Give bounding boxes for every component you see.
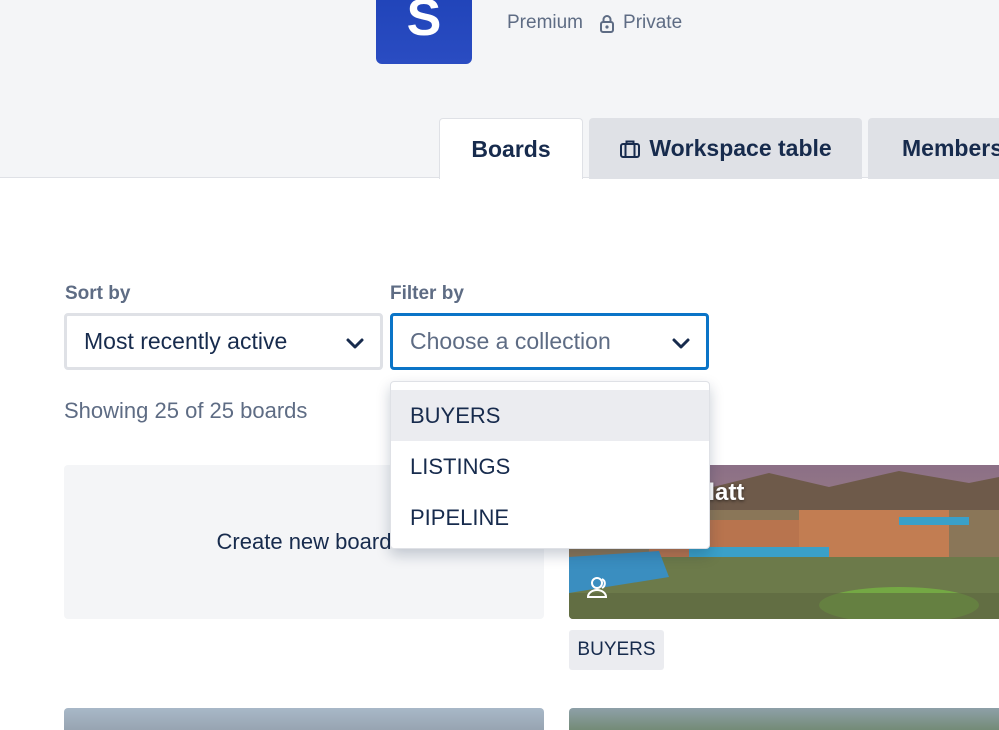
lock-icon xyxy=(600,14,615,33)
dropdown-option-listings[interactable]: LISTINGS xyxy=(391,441,709,492)
plan-label: Premium xyxy=(507,12,584,33)
workspace-meta: Premium Private xyxy=(507,12,682,34)
filter-select[interactable]: Choose a collection xyxy=(390,313,709,370)
tab-boards-label: Boards xyxy=(471,135,551,162)
collection-badge: BUYERS xyxy=(569,630,664,670)
workspace-logo: S xyxy=(376,0,472,64)
tab-workspace-table[interactable]: Workspace table xyxy=(589,118,862,179)
sort-value: Most recently active xyxy=(84,328,288,354)
tab-members[interactable]: Members xyxy=(868,118,999,179)
create-board-label: Create new board xyxy=(216,529,392,554)
chevron-down-icon xyxy=(672,338,690,349)
visibility-label: Private xyxy=(623,12,683,33)
collection-dropdown: BUYERS LISTINGS PIPELINE xyxy=(390,381,710,549)
showing-count: Showing 25 of 25 boards xyxy=(64,398,308,423)
tab-members-label: Members xyxy=(902,135,999,161)
sort-select[interactable]: Most recently active xyxy=(64,313,383,370)
dropdown-option-buyers[interactable]: BUYERS xyxy=(391,390,709,441)
visibility-indicator: Private xyxy=(599,12,682,34)
board-card[interactable] xyxy=(569,708,999,730)
chevron-down-icon xyxy=(346,338,364,349)
dropdown-option-pipeline[interactable]: PIPELINE xyxy=(391,492,709,543)
tab-boards[interactable]: Boards xyxy=(439,118,583,179)
briefcase-icon xyxy=(620,140,641,158)
people-icon xyxy=(586,577,608,598)
filter-label: Filter by xyxy=(390,283,464,304)
filter-placeholder: Choose a collection xyxy=(410,328,611,354)
sort-label: Sort by xyxy=(65,283,131,304)
workspace-header: S Premium Private Boards Workspace table… xyxy=(0,0,999,179)
board-card[interactable] xyxy=(64,708,544,730)
tab-workspace-table-label: Workspace table xyxy=(649,135,832,161)
